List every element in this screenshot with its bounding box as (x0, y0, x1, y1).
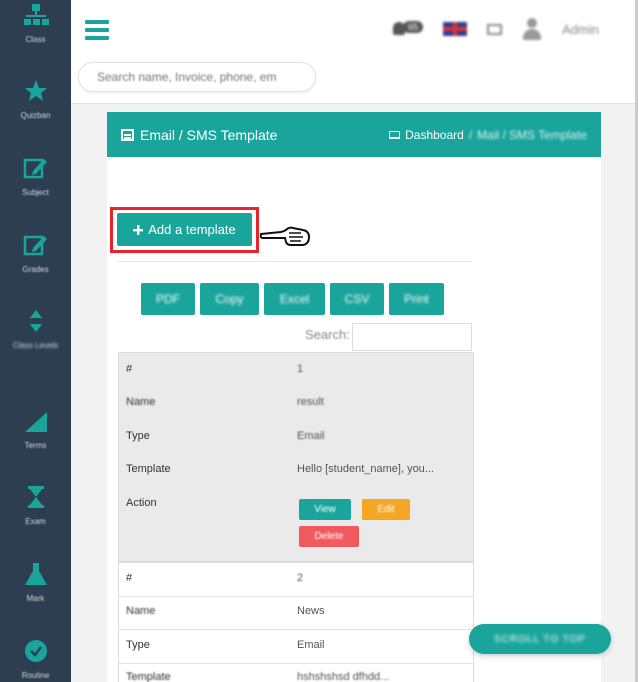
edit-button[interactable]: Edit (362, 499, 410, 520)
signal-icon (24, 412, 47, 432)
field-value: News (297, 605, 325, 617)
field-value: Hello [student_name], you... (297, 463, 434, 475)
edit-icon (23, 235, 47, 256)
menu-toggle-icon[interactable] (85, 20, 109, 40)
sidebar: Class Quizban Subject Grades Class Level… (0, 0, 71, 682)
field-value: 2 (297, 572, 304, 584)
field-label: # (126, 363, 133, 375)
scroll-to-top-button[interactable]: SCROLL TO TOP (469, 624, 611, 654)
edit-label: Edit (377, 504, 395, 515)
language-flag-icon[interactable] (443, 22, 468, 36)
sidebar-item-class-levels[interactable]: Class Levels (0, 308, 71, 352)
sitemap-icon (23, 4, 49, 25)
scroll-to-top-label: SCROLL TO TOP (494, 633, 586, 645)
sidebar-item-label: Class (25, 35, 46, 44)
notification-bell-icon[interactable]: 65 (393, 21, 424, 37)
delete-label: Delete (314, 531, 344, 542)
field-label: Action (126, 497, 157, 509)
field-value: Email (297, 639, 325, 651)
copy-label: Copy (215, 292, 244, 306)
sidebar-item-label: Grades (22, 265, 49, 274)
pdf-button[interactable]: PDF (141, 283, 195, 315)
row-divider (119, 629, 473, 630)
sidebar-item-label: Mark (26, 594, 45, 603)
laptop-icon (389, 131, 401, 139)
field-label: Name (126, 605, 156, 617)
table-search-label: Search: (305, 327, 350, 342)
sidebar-item-mark[interactable]: Mark (0, 561, 71, 605)
sidebar-item-label: Class Levels (12, 341, 59, 350)
record-card: # 2 Name News Type Email Template hshshs… (118, 562, 474, 682)
sidebar-item-routine[interactable]: Routine (0, 638, 71, 682)
view-label: View (314, 504, 336, 515)
search-input[interactable] (79, 63, 315, 91)
sidebar-item-label: Exam (25, 517, 46, 526)
add-template-button[interactable]: Add a template (117, 213, 252, 246)
record-card: # 1 Name result Type Email Template Hell… (118, 352, 474, 562)
sidebar-item-label: Subject (22, 188, 49, 197)
page-title-text: Email / SMS Template (140, 127, 278, 143)
field-label: Type (126, 430, 150, 442)
user-avatar-icon[interactable] (522, 18, 542, 40)
sidebar-item-terms[interactable]: Terms (0, 408, 71, 452)
pointing-hand-icon (259, 226, 311, 246)
sidebar-item-label: Routine (21, 671, 50, 680)
field-value: hshshshsd dfhdd... (297, 671, 390, 682)
sidebar-item-label: Quizban (20, 111, 51, 120)
field-value: Email (297, 430, 325, 442)
row-divider (119, 596, 473, 597)
excel-button[interactable]: Excel (264, 283, 325, 315)
plus-icon (133, 224, 144, 235)
excel-label: Excel (279, 292, 310, 306)
breadcrumb: Dashboard / Mail / SMS Template (389, 128, 587, 142)
edit-icon (23, 158, 47, 179)
print-label: Print (404, 292, 429, 306)
top-header: 65 Admin (71, 0, 635, 104)
sidebar-item-exam[interactable]: Exam (0, 484, 71, 528)
list-icon (121, 129, 134, 141)
breadcrumb-home[interactable]: Dashboard (405, 128, 464, 142)
view-button[interactable]: View (299, 499, 351, 520)
pdf-label: PDF (156, 292, 180, 306)
sidebar-item-class[interactable]: Class (0, 2, 71, 46)
divider (118, 261, 472, 262)
sidebar-item-subject[interactable]: Subject (0, 155, 71, 199)
breadcrumb-separator: / (468, 128, 473, 142)
hourglass-icon (27, 486, 44, 508)
field-label: Type (126, 639, 150, 651)
field-label: Name (126, 396, 156, 408)
field-label: Template (126, 671, 171, 682)
csv-button[interactable]: CSV (330, 283, 384, 315)
export-toolbar: PDF Copy Excel CSV Print (141, 283, 444, 315)
table-search-input[interactable] (352, 323, 472, 351)
mail-icon[interactable] (487, 23, 503, 35)
field-value: 1 (297, 363, 304, 375)
page-title: Email / SMS Template (121, 127, 277, 143)
copy-button[interactable]: Copy (200, 283, 259, 315)
clock-icon (24, 640, 47, 662)
flask-icon (24, 563, 47, 585)
field-value: result (297, 396, 324, 408)
field-label: # (126, 572, 133, 584)
csv-label: CSV (344, 292, 370, 306)
sidebar-item-quizban[interactable]: Quizban (0, 78, 71, 122)
sidebar-item-grades[interactable]: Grades (0, 232, 71, 276)
notification-count: 65 (403, 21, 424, 33)
print-button[interactable]: Print (389, 283, 444, 315)
user-name[interactable]: Admin (562, 22, 599, 37)
card-header: Email / SMS Template Dashboard / Mail / … (107, 112, 601, 157)
row-divider (119, 663, 473, 664)
field-label: Template (126, 463, 171, 475)
star-icon (24, 80, 47, 101)
breadcrumb-current: Mail / SMS Template (477, 128, 587, 142)
add-template-label: Add a template (148, 222, 236, 237)
header-actions: 65 Admin (393, 14, 599, 44)
sidebar-item-label: Terms (24, 441, 47, 450)
sort-icon (29, 310, 42, 332)
global-search (78, 62, 316, 92)
delete-button[interactable]: Delete (299, 526, 359, 547)
